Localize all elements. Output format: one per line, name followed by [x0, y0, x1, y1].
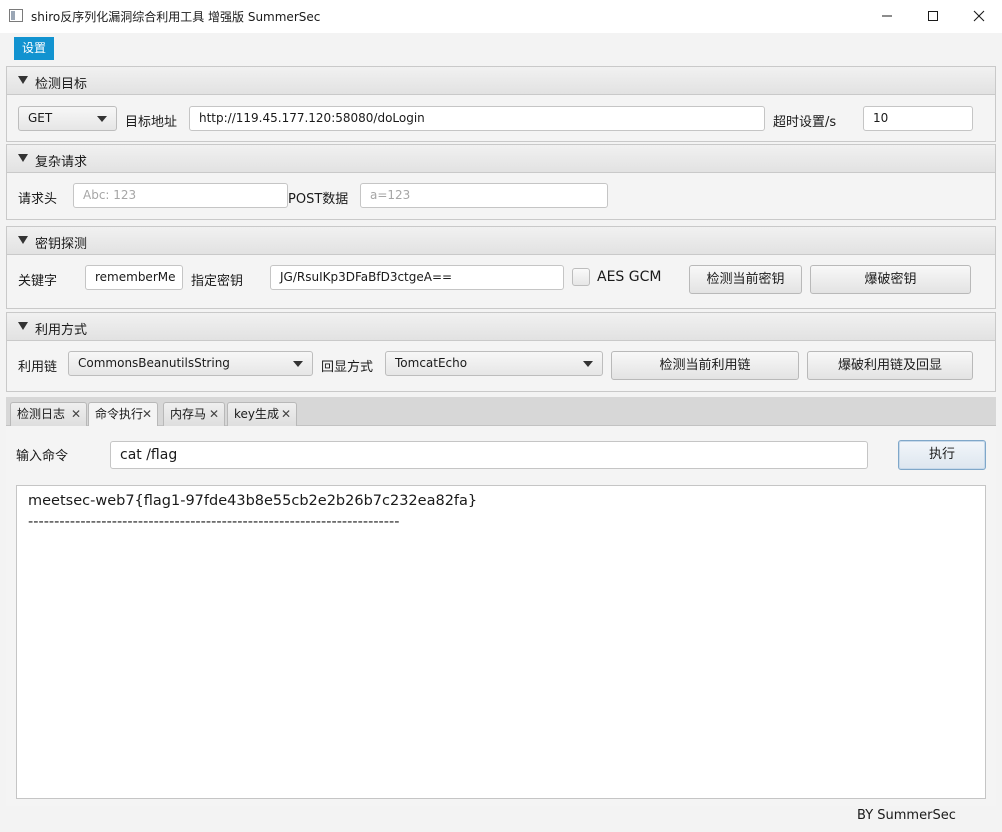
aes-gcm-label: AES GCM	[597, 269, 662, 285]
check-chain-button[interactable]: 检测当前利用链	[611, 351, 799, 380]
keyword-input[interactable]: rememberMe	[85, 265, 183, 290]
output-line: meetsec-web7{flag1-97fde43b8e55cb2e2b26b…	[28, 493, 478, 509]
complex-request-section: 复杂请求	[6, 144, 996, 220]
check-key-button[interactable]: 检测当前密钥	[689, 265, 802, 294]
output-separator: ----------------------------------------…	[28, 514, 400, 530]
tab-strip: 检测日志 ✕ 命令执行 ✕ 内存马 ✕ key生成 ✕	[6, 397, 996, 427]
tab-detection-log[interactable]: 检测日志 ✕	[10, 402, 87, 426]
post-label: POST数据	[288, 192, 349, 207]
title-bar: shiro反序列化漏洞综合利用工具 增强版 SummerSec	[0, 0, 1002, 33]
collapse-arrow-icon	[18, 154, 28, 162]
tab-label: 命令执行	[95, 407, 144, 421]
execute-button[interactable]: 执行	[898, 440, 986, 470]
method-value: GET	[28, 111, 53, 125]
chevron-down-icon	[97, 116, 107, 122]
url-label: 目标地址	[125, 115, 178, 130]
section-title: 检测目标	[35, 77, 88, 92]
timeout-label: 超时设置/s	[773, 115, 837, 130]
maximize-icon	[928, 11, 938, 21]
command-input[interactable]: cat /flag	[110, 441, 868, 469]
chain-value: CommonsBeanutilsString	[78, 356, 230, 370]
echo-select[interactable]: TomcatEcho	[385, 351, 603, 376]
tab-command-exec[interactable]: 命令执行 ✕	[88, 402, 158, 427]
close-window-button[interactable]	[956, 0, 1002, 33]
maximize-button[interactable]	[910, 0, 956, 33]
tab-label: 检测日志	[17, 407, 66, 421]
chevron-down-icon	[293, 361, 303, 367]
timeout-input[interactable]: 10	[863, 106, 973, 131]
collapse-arrow-icon	[18, 322, 28, 330]
echo-value: TomcatEcho	[395, 356, 468, 370]
window-title: shiro反序列化漏洞综合利用工具 增强版 SummerSec	[31, 10, 321, 24]
exploit-section-header[interactable]: 利用方式	[7, 313, 995, 341]
key-section-header[interactable]: 密钥探测	[7, 227, 995, 255]
section-title: 密钥探测	[35, 237, 88, 252]
chain-select[interactable]: CommonsBeanutilsString	[68, 351, 313, 376]
menu-bar: 设置	[0, 33, 1002, 61]
close-icon	[973, 10, 985, 22]
brute-chain-button[interactable]: 爆破利用链及回显	[807, 351, 973, 380]
brute-key-button[interactable]: 爆破密钥	[810, 265, 971, 294]
minimize-icon	[882, 15, 892, 17]
close-icon[interactable]: ✕	[142, 403, 152, 425]
tab-label: key生成	[234, 407, 280, 421]
section-title: 复杂请求	[35, 155, 88, 170]
header-input[interactable]: Abc: 123	[73, 183, 288, 208]
key-input[interactable]: JG/RsuIKp3DFaBfD3ctgeA==	[270, 265, 564, 290]
tab-key-generate[interactable]: key生成 ✕	[227, 402, 297, 426]
collapse-arrow-icon	[18, 76, 28, 84]
menu-settings[interactable]: 设置	[14, 37, 54, 60]
complex-section-header[interactable]: 复杂请求	[7, 145, 995, 173]
tab-memory-shell[interactable]: 内存马 ✕	[163, 402, 225, 426]
chain-label: 利用链	[18, 360, 58, 375]
target-section-header[interactable]: 检测目标	[7, 67, 995, 95]
close-icon[interactable]: ✕	[281, 403, 291, 425]
header-label: 请求头	[18, 192, 58, 207]
command-output[interactable]: meetsec-web7{flag1-97fde43b8e55cb2e2b26b…	[16, 485, 986, 799]
url-input[interactable]: http://119.45.177.120:58080/doLogin	[189, 106, 765, 131]
post-data-input[interactable]: a=123	[360, 183, 608, 208]
chevron-down-icon	[583, 361, 593, 367]
close-icon[interactable]: ✕	[209, 403, 219, 425]
collapse-arrow-icon	[18, 236, 28, 244]
minimize-button[interactable]	[864, 0, 910, 33]
footer-credit: BY SummerSec	[857, 808, 956, 823]
app-window-icon	[9, 9, 23, 22]
method-select[interactable]: GET	[18, 106, 117, 131]
tab-label: 内存马	[170, 407, 207, 421]
key-label: 指定密钥	[191, 274, 244, 289]
keyword-label: 关键字	[18, 274, 58, 289]
close-icon[interactable]: ✕	[71, 403, 81, 425]
command-label: 输入命令	[16, 449, 69, 464]
section-title: 利用方式	[35, 323, 88, 338]
aes-gcm-checkbox[interactable]	[572, 268, 590, 286]
echo-label: 回显方式	[321, 360, 374, 375]
